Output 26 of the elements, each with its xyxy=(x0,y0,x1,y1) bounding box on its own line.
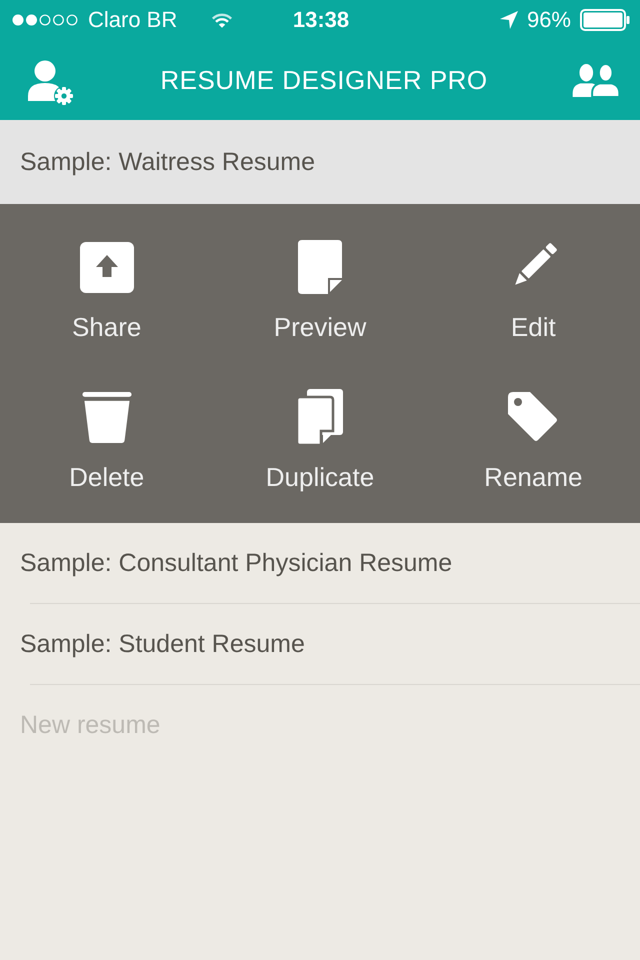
battery-percent: 96% xyxy=(526,7,571,33)
resume-item[interactable]: Sample: Waitress Resume xyxy=(0,120,640,204)
page-icon xyxy=(298,240,342,294)
status-time: 13:38 xyxy=(292,7,350,33)
rename-button[interactable]: Rename xyxy=(484,388,582,492)
signal-icon xyxy=(12,14,80,26)
two-people-icon xyxy=(572,64,620,96)
edit-button[interactable]: Edit xyxy=(507,238,560,342)
profile-settings-button[interactable] xyxy=(28,60,74,106)
users-button[interactable] xyxy=(572,64,620,96)
copies-icon xyxy=(296,389,343,445)
bucket-icon xyxy=(82,392,132,442)
preview-button[interactable]: Preview xyxy=(274,238,366,342)
share-button[interactable]: Share xyxy=(72,238,142,342)
user-gear-icon xyxy=(28,60,74,106)
duplicate-button[interactable]: Duplicate xyxy=(266,388,374,492)
location-arrow-icon xyxy=(500,11,518,29)
battery-icon xyxy=(580,9,630,31)
carrier-name: Claro BR xyxy=(88,7,178,33)
resume-item[interactable]: Sample: Student Resume xyxy=(0,604,640,684)
share-icon xyxy=(80,242,134,292)
app-title: RESUME DESIGNER PRO xyxy=(160,64,488,96)
wifi-icon xyxy=(211,12,234,28)
delete-button[interactable]: Delete xyxy=(69,388,144,492)
resume-item[interactable]: Sample: Consultant Physician Resume xyxy=(0,523,640,603)
tag-icon xyxy=(508,392,558,442)
